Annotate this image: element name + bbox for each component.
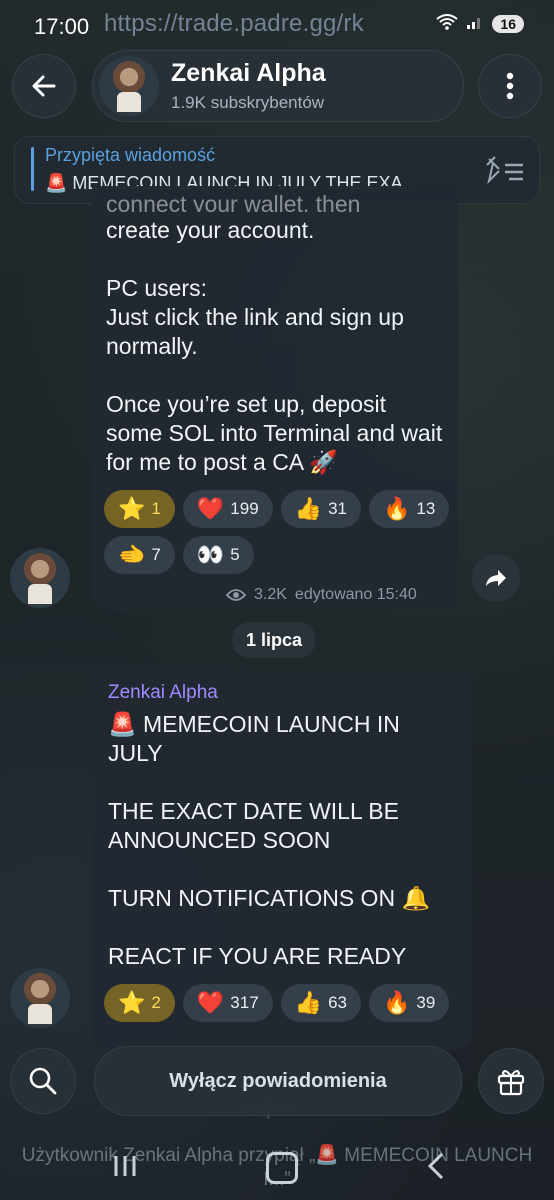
forward-button[interactable] [472, 554, 520, 602]
fire-icon: 🔥 [382, 496, 411, 521]
date-separator: 1 lipca [232, 622, 317, 658]
pin-list-icon[interactable] [485, 155, 525, 185]
message-text: create your account. PC users: Just clic… [106, 217, 443, 475]
search-button[interactable] [10, 1048, 76, 1114]
system-navigation-bar [0, 1136, 554, 1200]
reaction-hand[interactable]: 🫲 7 [104, 536, 175, 574]
reaction-count: 39 [416, 993, 436, 1012]
message-author[interactable]: Zenkai Alpha [108, 682, 218, 704]
hand-icon: 🫲 [118, 542, 146, 567]
status-bar: 17:00 https://trade.padre.gg/rk 16 [0, 0, 554, 52]
reaction-heart[interactable]: ❤️ 199 [182, 490, 273, 528]
reaction-count: 7 [151, 545, 161, 564]
fire-icon: 🔥 [382, 990, 411, 1015]
reaction-thumbs-up[interactable]: 👍 31 [280, 490, 361, 528]
reaction-count: 13 [416, 499, 436, 518]
home-icon[interactable] [266, 1152, 298, 1184]
reaction-count: 1 [151, 499, 161, 518]
channel-avatar [99, 56, 159, 116]
message-text-cutoff: connect your wallet, then [106, 191, 361, 212]
star-icon: ⭐ [118, 990, 146, 1015]
message-bubble[interactable]: Zenkai Alpha 🚨 MEMECOIN LAUNCH IN JULY T… [92, 670, 472, 1050]
reaction-eyes[interactable]: 👀 5 [182, 536, 254, 574]
reaction-thumbs-up[interactable]: 👍 63 [280, 984, 361, 1022]
channel-info-button[interactable]: Zenkai Alpha 1.9K subskrybentów [92, 50, 464, 122]
search-icon [29, 1067, 57, 1095]
pinned-indicator [31, 147, 34, 191]
more-options-button[interactable] [478, 54, 542, 118]
status-icons: 16 [436, 14, 524, 33]
reaction-count: 2 [151, 993, 161, 1012]
gift-icon [497, 1070, 525, 1096]
more-vertical-icon [506, 72, 514, 100]
arrow-left-icon [32, 75, 56, 97]
status-time: 17:00 [34, 14, 90, 39]
reaction-count: 5 [230, 545, 240, 564]
underlying-link-text: https://trade.padre.gg/rk [104, 10, 364, 37]
eye-icon [226, 589, 246, 601]
chat-header: Zenkai Alpha 1.9K subskrybentów [12, 50, 542, 122]
back-button[interactable] [12, 54, 76, 118]
message-bubble[interactable]: connect your wallet, then create your ac… [92, 186, 458, 610]
sender-avatar[interactable] [10, 548, 70, 608]
subscriber-count: 1.9K subskrybentów [171, 93, 325, 112]
heart-icon: ❤️ [196, 496, 225, 521]
reaction-count: 63 [328, 993, 347, 1012]
recent-apps-icon[interactable] [112, 1154, 138, 1178]
message-meta: 3.2K edytowano 15:40 [226, 586, 417, 604]
sender-avatar[interactable] [10, 968, 70, 1028]
view-count: 3.2K [254, 586, 287, 603]
thumbs-up-icon: 👍 [294, 496, 323, 521]
reactions: ⭐ 1 ❤️ 199 👍 31 🔥 13 🫲 7 👀 5 [104, 490, 454, 574]
channel-name: Zenkai Alpha [171, 59, 326, 87]
back-nav-icon[interactable] [424, 1152, 448, 1180]
battery-indicator: 16 [492, 14, 524, 33]
reactions: ⭐ 2 ❤️ 317 👍 63 🔥 39 [104, 984, 470, 1022]
signal-icon [466, 14, 484, 33]
reaction-count: 317 [230, 993, 259, 1012]
reaction-star[interactable]: ⭐ 1 [104, 490, 175, 528]
gift-button[interactable] [478, 1048, 544, 1114]
heart-icon: ❤️ [196, 990, 225, 1015]
reaction-star[interactable]: ⭐ 2 [104, 984, 175, 1022]
edited-time: edytowano 15:40 [294, 586, 417, 603]
wifi-icon [436, 14, 459, 33]
share-icon [486, 570, 506, 586]
mute-notifications-button[interactable]: Wyłącz powiadomienia [94, 1046, 462, 1116]
pinned-label: Przypięta wiadomość [45, 145, 216, 165]
bottom-action-bar: Wyłącz powiadomienia [10, 1046, 544, 1116]
star-icon: ⭐ [118, 496, 146, 521]
reaction-fire[interactable]: 🔥 13 [368, 490, 450, 528]
reaction-count: 199 [230, 499, 259, 518]
reaction-fire[interactable]: 🔥 39 [368, 984, 450, 1022]
message-text: 🚨 MEMECOIN LAUNCH IN JULY THE EXACT DATE… [108, 711, 431, 969]
reaction-count: 31 [328, 499, 347, 518]
reaction-heart[interactable]: ❤️ 317 [182, 984, 273, 1022]
thumbs-up-icon: 👍 [294, 990, 323, 1015]
eyes-icon: 👀 [196, 542, 225, 567]
